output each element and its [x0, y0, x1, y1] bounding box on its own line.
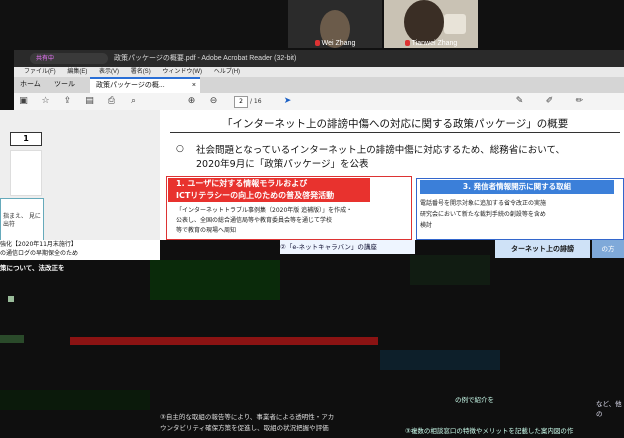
share-indicator[interactable]: 共有中: [30, 53, 108, 64]
tab-document-label: 政策パッケージの概...: [96, 82, 165, 89]
upload-icon[interactable]: ⇪: [62, 96, 73, 107]
participant-name: Wei Zhang: [321, 40, 356, 47]
menu-item-file[interactable]: ファイル(F): [24, 69, 56, 75]
pointer-icon[interactable]: ➤: [282, 96, 293, 107]
tab-document[interactable]: 政策パッケージの概... ×: [90, 77, 200, 93]
intro-text: 2020年9月に「政策パッケージ」を公表: [196, 159, 369, 170]
fragment-bottom-3: ③複数の相談窓口の特徴やメリットを記載した案内図の作: [405, 427, 574, 435]
toolbar: ▣ ☆ ⇪ ▤ ⎙ ⌕ ⊕ ⊖ ➤ ✎ ✐ ✏: [14, 93, 624, 111]
menu-item-window[interactable]: ウィンドウ(W): [162, 69, 202, 75]
menu-item-view[interactable]: 表示(V): [99, 69, 119, 75]
glitch-block: [380, 350, 500, 370]
menu-item-edit[interactable]: 編集(E): [67, 69, 87, 75]
draw-icon[interactable]: ✏: [574, 96, 585, 107]
star-icon[interactable]: ☆: [40, 96, 51, 107]
close-icon[interactable]: ×: [192, 79, 196, 93]
print-icon[interactable]: ⎙: [106, 96, 117, 107]
section-3-body: 電話番号を開示対象に追加する省令改正の実施 研究会において新たな裁判手続の創設等…: [420, 200, 547, 229]
window-title: 政策パッケージの概要.pdf - Adobe Acrobat Reader (3…: [114, 55, 297, 62]
glitch-block: [0, 390, 150, 410]
glitch-block: [0, 335, 24, 343]
menu-item-help[interactable]: ヘルプ(H): [214, 69, 240, 75]
glitch-block: [150, 260, 280, 300]
intro-text: 社会問題となっているインターネット上の誹謗中傷に対応するため、総務省において、: [196, 145, 565, 156]
fragment-left: 強化【2020年11月末施行】 の通信ログの早期保全のため: [0, 240, 160, 260]
highlight-icon[interactable]: ✐: [544, 96, 555, 107]
thumbnail-page-number[interactable]: 1: [10, 132, 42, 146]
fragment-right: ターネット上の誹謗: [495, 240, 590, 258]
participant-name: Tianwei Zhang: [411, 40, 458, 47]
mic-muted-icon: [404, 40, 410, 47]
menu-bar: ファイル(F) 編集(E) 表示(V) 署名(S) ウィンドウ(W) ヘルプ(H…: [14, 67, 624, 77]
page-thumbnail[interactable]: 指まえ、 見に出符: [0, 198, 44, 242]
print-settings-icon[interactable]: ▤: [84, 96, 95, 107]
video-tile-tianwei-zhang[interactable]: Tianwei Zhang: [384, 0, 478, 48]
section-1-heading: 1. ユーザに対する情報モラルおよび ICTリテラシーの向上のための普及啓発活動: [168, 178, 370, 202]
page-thumbnail[interactable]: [10, 150, 42, 196]
bullet-icon: ○: [176, 144, 184, 154]
fragment-mid: ②「e-ネットキャラバン」の講座: [280, 240, 415, 254]
background-object: [444, 14, 466, 34]
mic-muted-icon: [314, 40, 320, 47]
search-icon[interactable]: ⌕: [128, 96, 139, 107]
page-down-icon[interactable]: ⊖: [208, 96, 219, 107]
thumbnail-fragment: 指まえ、 見に出符: [3, 213, 41, 228]
participant-video: [404, 0, 444, 44]
menu-item-sign[interactable]: 署名(S): [131, 69, 151, 75]
tab-bar: ホーム ツール 政策パッケージの概... ×: [14, 77, 624, 93]
page-title: 「インターネット上の誹謗中傷への対応に関する政策パッケージ」の概要: [222, 118, 569, 130]
fragment-left-2: 策について、法改正を: [0, 264, 65, 272]
fragment-right-2: の方: [592, 240, 624, 258]
fragment-bottom-1: ③自主的な取組の報告等により、事業者による透明性・アカ ウンタビリティ確保方策を…: [160, 413, 335, 432]
glitch-block: [8, 296, 14, 302]
section-3-heading: 3. 発信者情報開示に関する取組: [420, 180, 614, 194]
tab-tools[interactable]: ツール: [48, 77, 81, 93]
fragment-bottom-2: の例で紹介を: [455, 396, 494, 404]
video-tile-wei-zhang[interactable]: Wei Zhang: [288, 0, 382, 48]
fragment-bottom-4: など、他の: [596, 400, 622, 418]
title-divider: [170, 132, 620, 133]
comment-icon[interactable]: ✎: [514, 96, 525, 107]
glitch-block: [410, 255, 490, 285]
page-up-icon[interactable]: ⊕: [186, 96, 197, 107]
page-number-input[interactable]: 2: [234, 96, 248, 108]
section-1-body: 「インターネットトラブル事例集（2020年版 追補版）」を作成・ 公表し、全国の…: [176, 207, 353, 234]
tab-home[interactable]: ホーム: [14, 77, 47, 93]
page-total: / 16: [250, 98, 262, 105]
save-icon[interactable]: ▣: [18, 96, 29, 107]
glitch-red-bar: [70, 337, 378, 345]
